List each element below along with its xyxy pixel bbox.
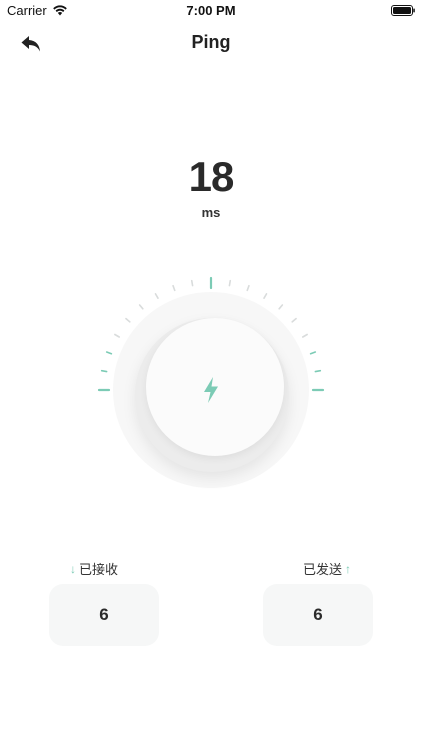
gauge-tick — [314, 369, 322, 373]
arrow-down-icon: ↓ — [70, 561, 76, 576]
sent-label-text: 已发送 — [303, 562, 343, 577]
gauge-tick — [263, 293, 268, 300]
gauge-tick — [301, 333, 308, 338]
ping-unit: ms — [201, 205, 221, 220]
battery-full-icon — [391, 5, 415, 16]
gauge-tick — [172, 284, 176, 292]
lightning-bolt-icon[interactable] — [202, 377, 220, 403]
gauge-tick — [278, 304, 284, 310]
sent-count-box: 6 — [263, 584, 373, 646]
ping-value: 18 — [188, 153, 235, 200]
arrow-up-icon: ↑ — [345, 561, 352, 576]
gauge-tick — [125, 317, 131, 323]
received-label-text: 已接收 — [79, 562, 119, 577]
gauge-tick — [105, 351, 113, 355]
gauge-tick — [114, 333, 121, 338]
gauge-tick — [154, 293, 159, 300]
received-count: 6 — [99, 605, 109, 624]
gauge-tick — [100, 369, 108, 373]
gauge-tick — [291, 317, 297, 323]
ping-screen: Carrier 7:00 PM Ping 18 ms ↓ 已接收 6 已发送 ↑… — [0, 0, 422, 750]
received-count-box: 6 — [49, 584, 159, 646]
clock: 7:00 PM — [186, 3, 236, 18]
ping-gauge — [95, 274, 327, 506]
status-bar: Carrier 7:00 PM — [0, 0, 422, 22]
gauge-tick — [228, 279, 232, 287]
gauge-tick — [246, 284, 250, 292]
gauge-tick — [138, 304, 144, 310]
gauge-tick — [190, 279, 194, 287]
sent-label: 已发送 ↑ — [303, 559, 351, 578]
page-title: Ping — [191, 32, 231, 52]
sent-count: 6 — [313, 605, 323, 624]
gauge-tick — [309, 351, 317, 355]
received-label: ↓ 已接收 — [70, 559, 118, 578]
